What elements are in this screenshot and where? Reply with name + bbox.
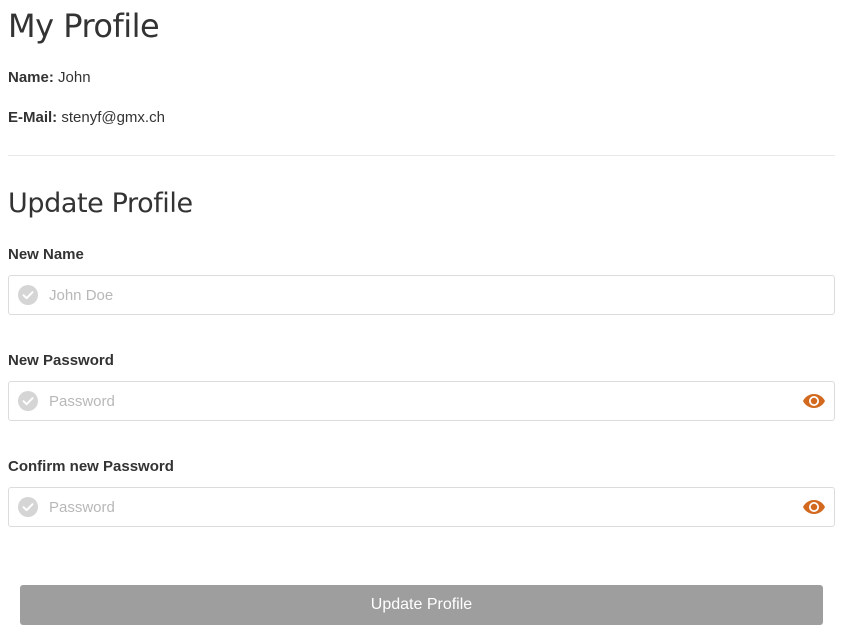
new-password-label: New Password <box>8 352 114 369</box>
check-circle-icon <box>18 497 38 517</box>
email-value: stenyf@gmx.ch <box>61 109 165 126</box>
update-profile-title: Update Profile <box>8 188 193 219</box>
check-circle-icon <box>18 391 38 411</box>
update-profile-button[interactable]: Update Profile <box>20 585 823 625</box>
confirm-password-field-wrapper <box>8 487 835 527</box>
new-name-input[interactable] <box>49 276 789 314</box>
eye-icon[interactable] <box>802 498 826 516</box>
confirm-password-label: Confirm new Password <box>8 458 174 475</box>
name-label: Name: <box>8 69 54 86</box>
email-label: E-Mail: <box>8 109 58 126</box>
profile-page: My Profile Name: John E-Mail: stenyf@gmx… <box>0 0 842 644</box>
profile-name-row: Name: John <box>8 68 91 88</box>
name-value: John <box>58 69 91 86</box>
new-password-field-wrapper <box>8 381 835 421</box>
section-divider <box>8 155 835 156</box>
page-title: My Profile <box>8 7 160 45</box>
new-password-input[interactable] <box>49 382 789 420</box>
eye-icon[interactable] <box>802 392 826 410</box>
confirm-password-input[interactable] <box>49 488 789 526</box>
profile-email-row: E-Mail: stenyf@gmx.ch <box>8 108 165 128</box>
check-circle-icon <box>18 285 38 305</box>
new-name-label: New Name <box>8 246 84 263</box>
new-name-field-wrapper <box>8 275 835 315</box>
